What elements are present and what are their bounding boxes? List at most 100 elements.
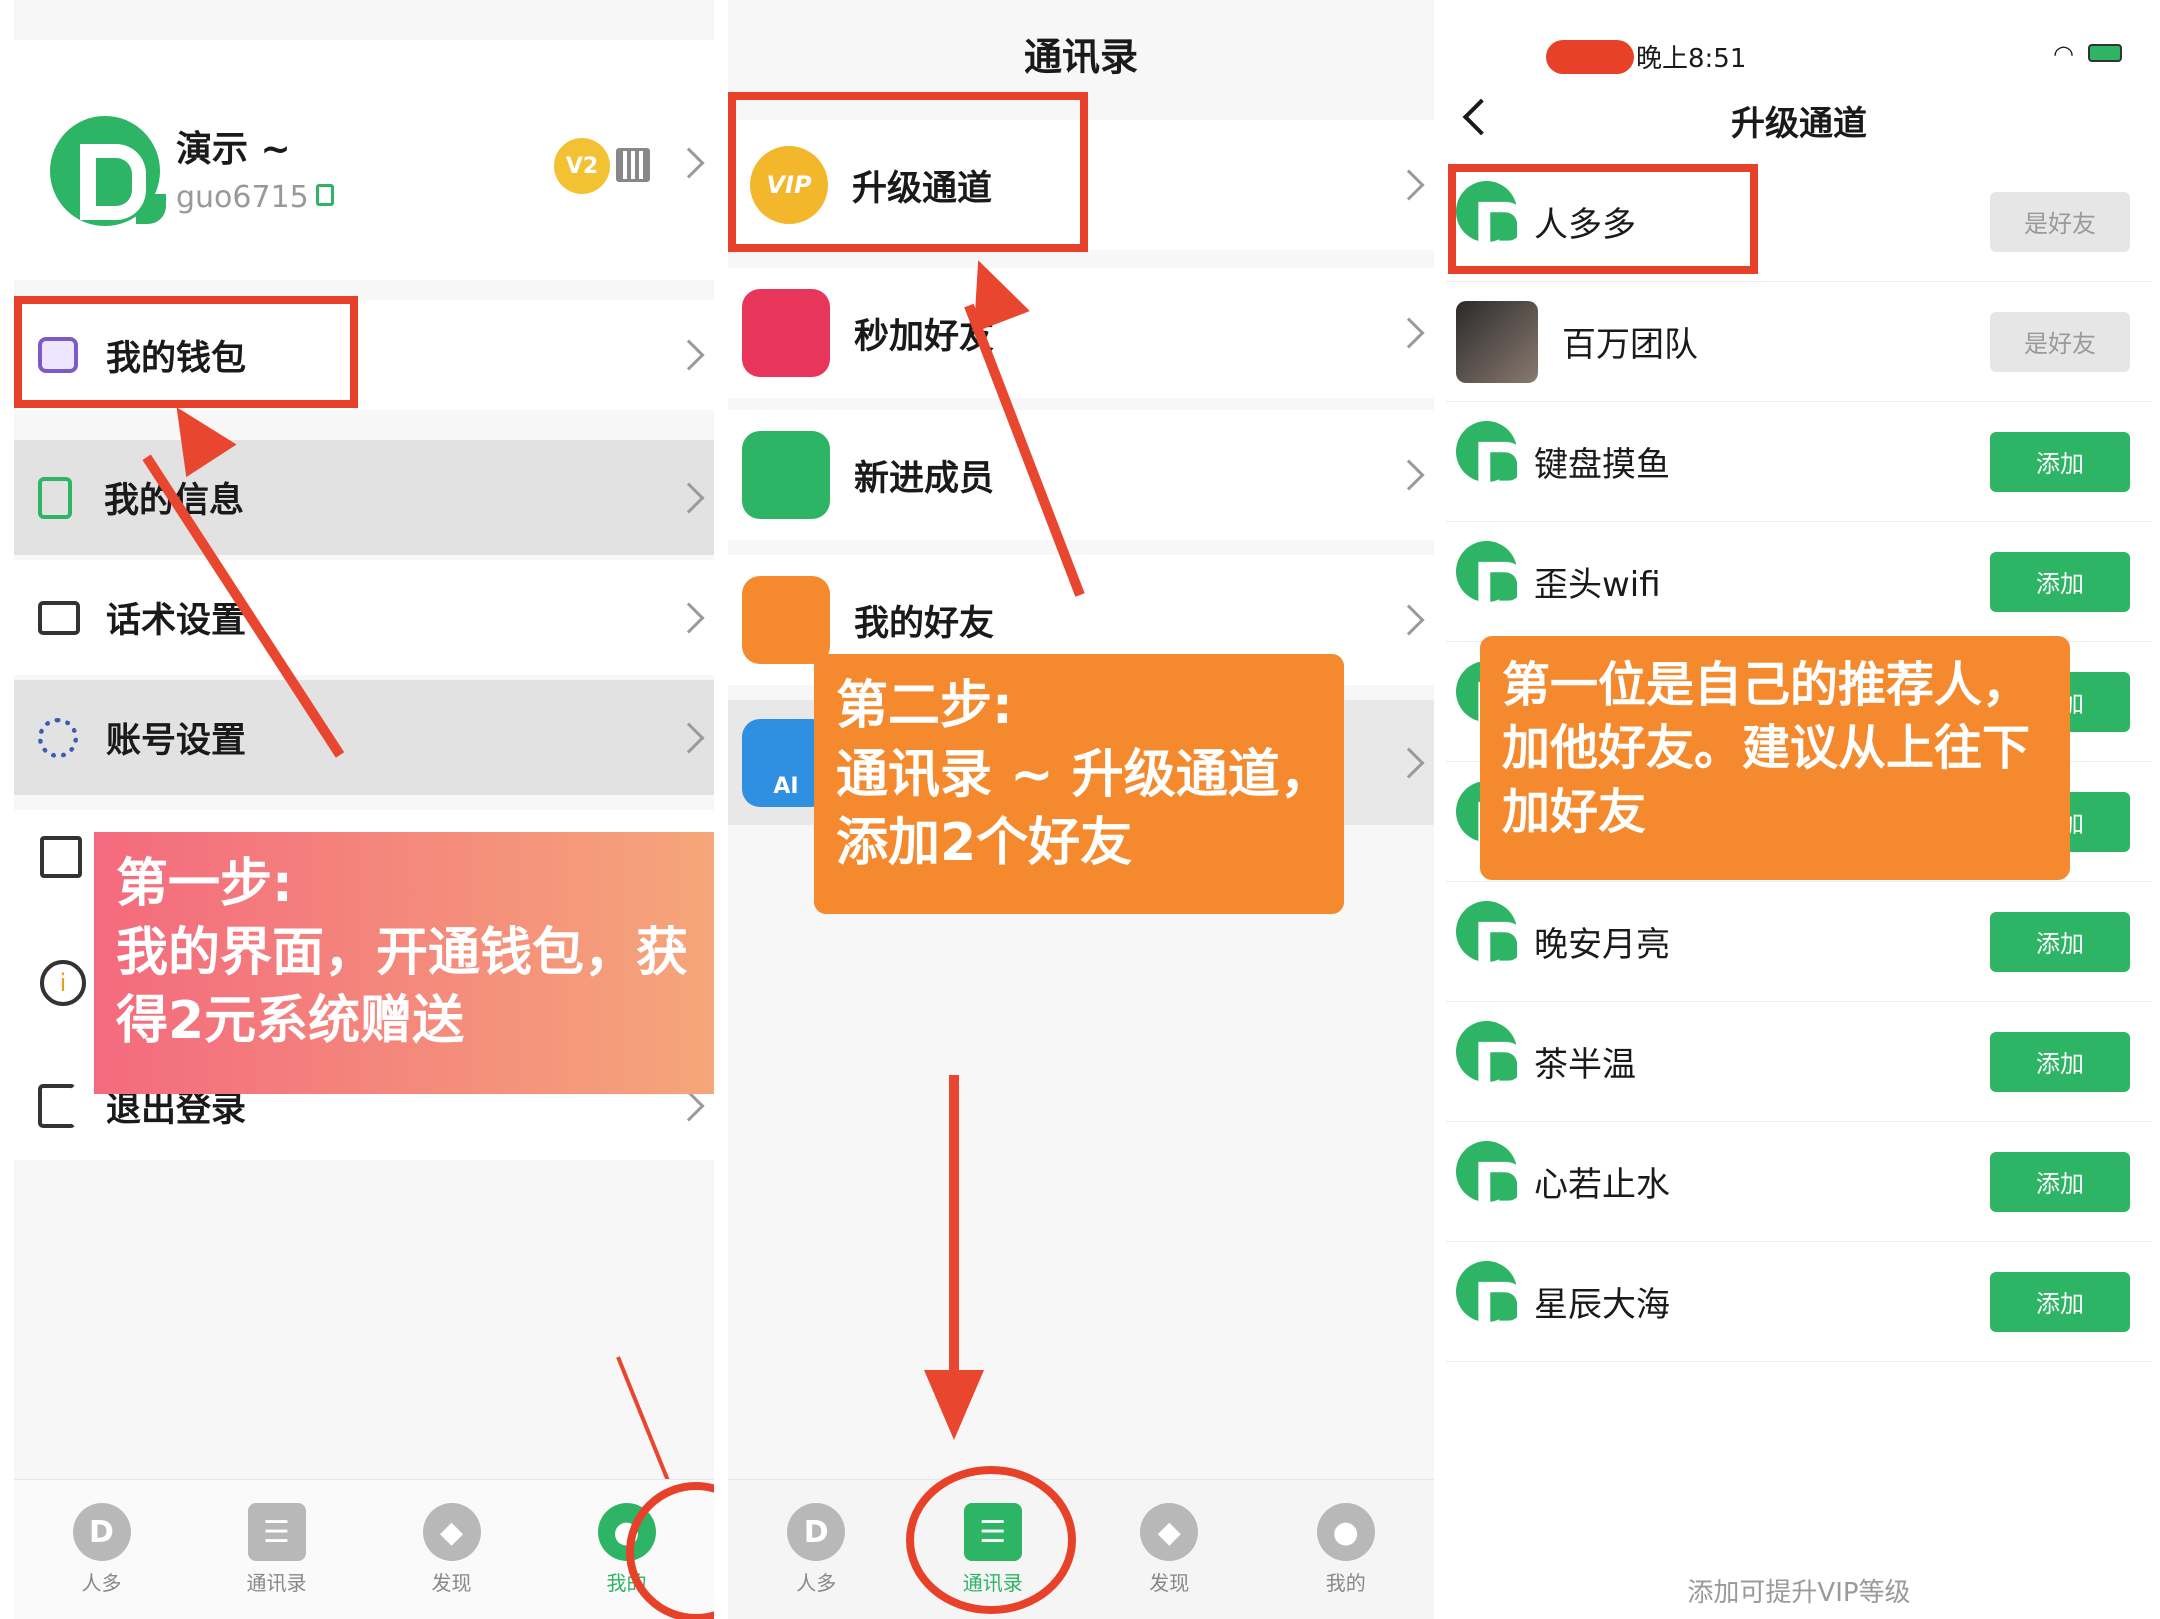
callout-line: 加他好友。建议从上往下 — [1502, 720, 2031, 777]
chevron-right-icon — [1393, 604, 1425, 636]
is-friend-button[interactable]: 是好友 — [1990, 191, 2130, 252]
callout-line: 得2元系统赠送 — [116, 991, 465, 1052]
profile-id: guo6715 — [176, 180, 309, 215]
friends-icon — [742, 576, 830, 664]
tab-renduo[interactable]: D 人多 — [14, 1480, 189, 1619]
chevron-right-icon — [673, 481, 705, 514]
qrcode-icon[interactable] — [616, 148, 650, 182]
battery-icon — [2088, 44, 2122, 62]
avatar — [1456, 900, 1528, 978]
tab-bar: D 人多 ☰ 通讯录 ◆ 发现 ● 我的 — [14, 1479, 714, 1619]
menu-item-quick-add[interactable]: 秒加好友 — [728, 268, 1434, 398]
callout-line: 第一步: — [116, 854, 293, 914]
list-item[interactable]: 星辰大海 添加 — [1446, 1242, 2152, 1362]
avatar — [1456, 1260, 1528, 1338]
contact-name: 茶半温 — [1534, 1045, 1636, 1085]
logout-icon — [38, 1084, 76, 1128]
avatar — [50, 116, 166, 226]
highlight-circle — [906, 1466, 1076, 1614]
tutorial-composite: 演示 ~ guo6715 V2 我的钱包 我的信息 话术设置 账号设置 — [0, 0, 2160, 1619]
avatar — [1456, 420, 1528, 498]
chevron-right-icon — [673, 1090, 705, 1122]
tab-label: 我的 — [1325, 1571, 1366, 1595]
contact-name: 星辰大海 — [1534, 1285, 1670, 1325]
about-icon[interactable]: i — [40, 960, 86, 1006]
list-item[interactable]: 歪头wifi 添加 — [1446, 522, 2152, 642]
footer-hint: 添加可提升VIP等级 — [1687, 1578, 1911, 1608]
list-item[interactable]: 茶半温 添加 — [1446, 1002, 2152, 1122]
callout-line: 第二步: — [836, 676, 1013, 736]
contact-name: 晚安月亮 — [1534, 925, 1670, 965]
arrow-head — [924, 1370, 984, 1440]
contacts-icon: ☰ — [247, 1503, 306, 1561]
contact-name: 键盘摸鱼 — [1534, 445, 1670, 485]
tab-label: 发现 — [431, 1571, 472, 1595]
menu-item-info[interactable]: 我的信息 — [14, 440, 714, 555]
renduo-logo-icon: D — [787, 1503, 846, 1561]
callout-line: 我的界面，开通钱包，获 — [116, 922, 689, 983]
tab-label: 人多 — [81, 1571, 122, 1595]
quick-add-icon — [742, 289, 830, 377]
menu-item-new-member[interactable]: 新进成员 — [728, 410, 1434, 540]
panel-mine: 演示 ~ guo6715 V2 我的钱包 我的信息 话术设置 账号设置 — [14, 0, 714, 1619]
menu-item-script[interactable]: 话术设置 — [14, 560, 714, 675]
tab-bar: D 人多 ☰ 通讯录 ◆ 发现 ● 我的 — [728, 1479, 1434, 1619]
copy-icon[interactable] — [316, 184, 334, 206]
chevron-right-icon — [1393, 746, 1425, 779]
tab-mine[interactable]: ● 我的 — [1258, 1480, 1435, 1619]
chevron-right-icon — [1393, 317, 1425, 349]
callout-step2: 第二步: 通讯录 ~ 升级通道， 添加2个好友 — [814, 654, 1344, 914]
mic-indicator — [1546, 40, 1634, 74]
chevron-right-icon — [673, 339, 705, 371]
compass-icon: ◆ — [422, 1503, 481, 1561]
profile-card[interactable]: 演示 ~ guo6715 V2 — [14, 40, 714, 280]
person-icon: ● — [1316, 1503, 1375, 1561]
add-friend-button[interactable]: 添加 — [1990, 431, 2130, 492]
contact-name: 心若止水 — [1534, 1165, 1670, 1205]
add-friend-button[interactable]: 添加 — [1990, 1151, 2130, 1212]
add-friend-button[interactable]: 添加 — [1990, 911, 2130, 972]
highlight-box — [1448, 164, 1758, 274]
list-item[interactable]: 晚安月亮 添加 — [1446, 882, 2152, 1002]
contact-name: 百万团队 — [1562, 325, 1698, 365]
menu-item-account[interactable]: 账号设置 — [14, 680, 714, 795]
tab-label: 通讯录 — [246, 1571, 307, 1595]
share-icon[interactable] — [40, 836, 82, 878]
wifi-icon: ◠ — [2053, 40, 2074, 68]
tab-renduo[interactable]: D 人多 — [728, 1480, 905, 1619]
new-member-icon — [742, 431, 830, 519]
is-friend-button[interactable]: 是好友 — [1990, 311, 2130, 372]
page-title: 升级通道 — [1731, 104, 1867, 144]
compass-icon: ◆ — [1140, 1503, 1199, 1561]
list-item[interactable]: 心若止水 添加 — [1446, 1122, 2152, 1242]
add-friend-button[interactable]: 添加 — [1990, 1031, 2130, 1092]
chevron-right-icon — [673, 601, 705, 634]
add-friend-button[interactable]: 添加 — [1990, 1271, 2130, 1332]
chevron-right-icon — [673, 721, 705, 754]
tab-label: 人多 — [796, 1571, 837, 1595]
callout-line: 添加2个好友 — [836, 813, 1133, 874]
list-item[interactable]: 百万团队 是好友 — [1446, 282, 2152, 402]
renduo-logo-icon: D — [72, 1503, 131, 1561]
tab-discover[interactable]: ◆ 发现 — [364, 1480, 539, 1619]
menu-label: 新进成员 — [854, 458, 995, 499]
avatar — [1456, 1140, 1528, 1218]
avatar — [1456, 540, 1528, 618]
list-item[interactable]: 键盘摸鱼 添加 — [1446, 402, 2152, 522]
menu-label: 话术设置 — [106, 601, 247, 641]
avatar — [1456, 1020, 1528, 1098]
tab-label: 发现 — [1149, 1571, 1190, 1595]
chevron-right-icon — [1393, 459, 1425, 491]
add-friend-button[interactable]: 添加 — [1990, 551, 2130, 612]
status-time: 晚上8:51 — [1636, 44, 1747, 74]
menu-label: 账号设置 — [106, 721, 247, 761]
callout-line: 第一位是自己的推荐人， — [1502, 657, 2031, 713]
profile-name: 演示 ~ — [176, 129, 291, 170]
arrow-line — [949, 1075, 959, 1375]
tab-contacts[interactable]: ☰ 通讯录 — [189, 1480, 364, 1619]
chevron-right-icon — [673, 147, 705, 179]
arrow-line — [616, 1356, 671, 1483]
callout-step3: 第一位是自己的推荐人， 加他好友。建议从上往下 加好友 — [1480, 636, 2070, 880]
panel-upgrade: 晚上8:51 ◠ 升级通道 人多多 是好友 百万团队 是好友 键盘摸鱼 添加 歪头wi… — [1446, 0, 2152, 1619]
tab-discover[interactable]: ◆ 发现 — [1081, 1480, 1258, 1619]
